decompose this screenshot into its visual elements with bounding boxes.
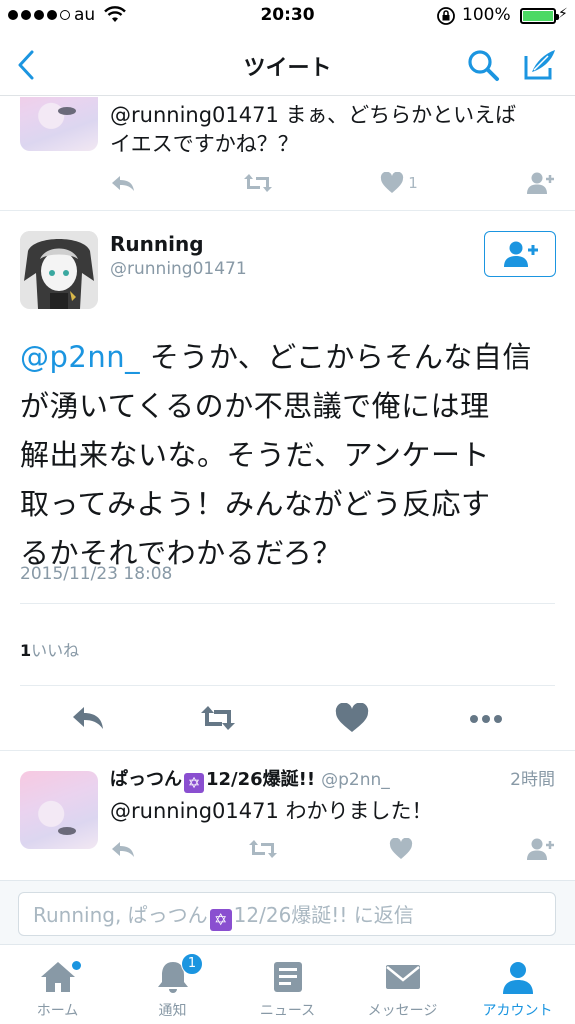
divider: [20, 603, 555, 604]
add-user-icon: [526, 172, 554, 194]
retweet-button[interactable]: [248, 838, 278, 860]
heart-icon: [381, 172, 404, 193]
unread-dot: [72, 961, 81, 970]
like-button[interactable]: 1: [380, 172, 418, 194]
tab-notifications[interactable]: 1 通知: [115, 945, 230, 1024]
add-user-icon: [526, 838, 554, 860]
follow-button[interactable]: [525, 837, 555, 861]
tab-messages[interactable]: メッセージ: [345, 945, 460, 1024]
reply-icon: [112, 842, 134, 857]
avatar[interactable]: [20, 97, 98, 151]
likes-label: いいね: [31, 641, 80, 660]
display-name[interactable]: ぱっつん ✡ 12/26爆誕!!: [110, 769, 315, 793]
like-button[interactable]: [389, 838, 413, 860]
tweet-timestamp: 2015/11/23 18:08: [20, 564, 173, 584]
likes-count: 1: [20, 641, 32, 660]
more-icon[interactable]: [468, 703, 504, 733]
tweet-actions: [110, 837, 555, 861]
tweet-thread[interactable]: @running01471 まぁ、どちらかといえば イエスですかね？？ 1 Ru…: [0, 97, 575, 880]
search-icon[interactable]: [466, 48, 500, 82]
reply-tweet-bottom[interactable]: ぱっつん ✡ 12/26爆誕!! @p2nn_ 2時間 @running01471 わ…: [0, 751, 575, 880]
add-user-icon: [504, 241, 538, 267]
user-handle[interactable]: @p2nn_: [321, 770, 390, 790]
retweet-button[interactable]: [243, 172, 273, 194]
retweet-icon[interactable]: [200, 703, 236, 733]
star-of-david-emoji-icon: ✡: [184, 773, 204, 793]
main-tweet: Running @running01471 @p2nn_ そうか、どこからそんな…: [0, 211, 575, 751]
reply-button[interactable]: [110, 839, 136, 859]
reply-icon: [112, 176, 134, 191]
star-of-david-emoji-icon: ✡: [209, 909, 232, 931]
charging-icon: ⚡: [558, 6, 568, 22]
heart-icon[interactable]: [334, 703, 370, 733]
avatar[interactable]: [20, 771, 98, 849]
mention-link[interactable]: @p2nn_: [20, 340, 140, 374]
tweet-time: 2時間: [510, 770, 555, 790]
like-count: 1: [408, 174, 418, 192]
news-icon: [274, 962, 302, 992]
follow-button[interactable]: [484, 231, 556, 277]
notification-badge: 1: [181, 953, 203, 975]
tab-bar: ホーム 1 通知 ニュース メッセージ アカウント: [0, 944, 575, 1024]
reply-composer: Running, ぱっつん ✡ 12/26爆誕!! に返信: [0, 880, 575, 944]
nav-bar: ツイート: [0, 32, 575, 96]
reply-icon[interactable]: [70, 703, 106, 733]
person-icon: [503, 962, 533, 994]
likes-summary[interactable]: 1いいね: [20, 637, 79, 661]
user-handle[interactable]: @running01471: [110, 259, 247, 279]
divider: [20, 685, 555, 686]
avatar-image: [20, 231, 98, 309]
tweet-actions: 1: [110, 171, 555, 195]
retweet-icon: [244, 174, 273, 192]
battery-percent: 100%: [462, 5, 511, 25]
battery-icon: [520, 8, 559, 24]
compose-tweet-icon[interactable]: [522, 48, 558, 82]
reply-input[interactable]: Running, ぱっつん ✡ 12/26爆誕!! に返信: [18, 892, 556, 936]
tweet-text: @running01471 わかりました！: [110, 799, 433, 823]
tweet-header: ぱっつん ✡ 12/26爆誕!! @p2nn_: [110, 765, 390, 793]
heart-icon: [390, 838, 413, 859]
envelope-icon: [386, 965, 420, 989]
tweet-actions: [0, 689, 575, 749]
tweet-text: @p2nn_ そうか、どこからそんな自信 が湧いてくるのか不思議で俺には理 解出…: [20, 340, 532, 570]
retweet-icon: [248, 840, 277, 858]
reply-button[interactable]: [110, 173, 136, 193]
follow-button[interactable]: [525, 171, 555, 195]
tweet-text: @running01471 まぁ、どちらかといえば イエスですかね？？: [110, 103, 517, 156]
avatar[interactable]: [20, 231, 98, 309]
reply-tweet-top[interactable]: @running01471 まぁ、どちらかといえば イエスですかね？？ 1: [0, 97, 575, 211]
tab-home[interactable]: ホーム: [0, 945, 115, 1024]
rotation-lock-icon: [437, 7, 455, 25]
tab-news[interactable]: ニュース: [230, 945, 345, 1024]
display-name[interactable]: Running: [110, 232, 204, 256]
tab-account[interactable]: アカウント: [460, 945, 575, 1024]
status-bar: au 20:30 100% ⚡: [0, 0, 575, 32]
